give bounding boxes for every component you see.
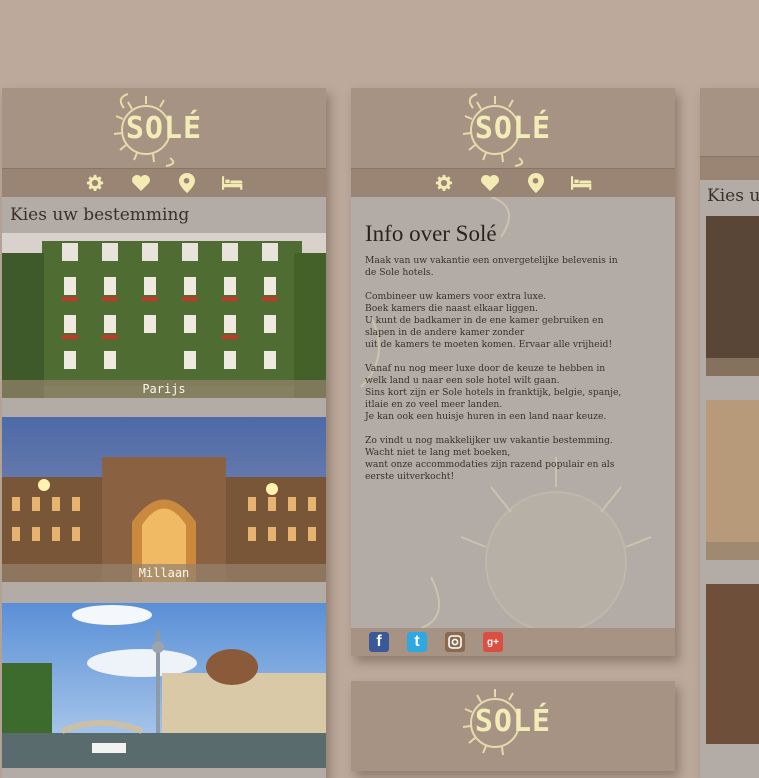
berlin-museum-photo — [2, 603, 326, 768]
right-card[interactable] — [706, 584, 759, 744]
right-title: Kies uw — [707, 186, 759, 206]
paris-hotel-photo — [2, 233, 326, 398]
twitter-button[interactable]: t — [407, 632, 427, 652]
googleplus-button[interactable]: g+ — [483, 632, 503, 652]
facebook-button[interactable]: f — [369, 632, 389, 652]
heart-icon — [132, 175, 150, 191]
info-paragraph: Combineer uw kamers voor extra luxe. Boe… — [365, 291, 613, 350]
location-button[interactable] — [525, 172, 547, 194]
instagram-button[interactable] — [445, 632, 465, 652]
info-paragraph: Zo vindt u nog makkelijker uw vakantie b… — [365, 435, 615, 482]
bed-icon — [571, 176, 592, 190]
favorites-button[interactable] — [479, 172, 501, 194]
header: SOLÉ — [351, 88, 675, 168]
milan-galleria-photo — [2, 417, 326, 582]
facebook-icon: f — [376, 633, 382, 650]
settings-button[interactable] — [433, 172, 455, 194]
nav-bar — [351, 168, 675, 197]
destination-card-parijs[interactable]: Parijs — [2, 233, 326, 398]
right-card[interactable] — [706, 400, 759, 560]
info-body: Maak van uw vakantie een onvergetelijke … — [365, 255, 661, 495]
right-content: Kies uw — [700, 180, 759, 778]
info-screen: SOLÉ Info over Solé Maak van uw vakantie… — [351, 88, 675, 656]
sole-logo[interactable]: SOLÉ — [453, 681, 573, 761]
bed-icon — [222, 176, 243, 190]
settings-button[interactable] — [84, 172, 106, 194]
destination-card-millaan[interactable]: Millaan — [2, 417, 326, 582]
map-pin-icon — [528, 173, 544, 193]
nav-bar — [2, 168, 326, 197]
gear-icon — [86, 174, 104, 192]
info-paragraph: Vanaf nu nog meer luxe door de keuze te … — [365, 363, 622, 422]
gear-icon — [435, 174, 453, 192]
header: SOLÉ — [2, 88, 326, 168]
favorites-button[interactable] — [130, 172, 152, 194]
sole-logo[interactable]: SOLÉ — [453, 88, 573, 168]
heart-icon — [481, 175, 499, 191]
info-title: Info over Solé — [365, 221, 497, 246]
destinations-title: Kies uw bestemming — [10, 205, 190, 225]
info-content: Info over Solé Maak van uw vakantie een … — [351, 197, 675, 628]
header: SOLÉ — [351, 681, 675, 761]
nav-bar — [700, 156, 759, 181]
social-bar: f t g+ — [351, 628, 675, 656]
destination-label: Millaan — [2, 564, 326, 582]
destinations-screen: SOLÉ Kies uw bestemming Parijs Millaan — [2, 88, 326, 778]
logo-text: SOLÉ — [474, 704, 552, 739]
destination-card-berlijn[interactable] — [2, 603, 326, 768]
booking-button[interactable] — [571, 172, 593, 194]
destinations-content: Kies uw bestemming Parijs Millaan — [2, 197, 326, 778]
googleplus-icon: g+ — [487, 636, 499, 648]
right-card[interactable] — [706, 216, 759, 376]
info-paragraph: Maak van uw vakantie een onvergetelijke … — [365, 255, 618, 278]
map-pin-icon — [179, 173, 195, 193]
instagram-icon — [448, 635, 462, 649]
right-screen: Kies uw — [700, 88, 759, 778]
logo-text: SOLÉ — [474, 111, 552, 146]
next-screen-header: SOLÉ — [351, 681, 675, 771]
location-button[interactable] — [176, 172, 198, 194]
logo-text: SOLÉ — [125, 111, 203, 146]
destination-label: Parijs — [2, 380, 326, 398]
twitter-icon: t — [414, 633, 420, 650]
sole-logo[interactable]: SOLÉ — [104, 88, 224, 168]
booking-button[interactable] — [222, 172, 244, 194]
